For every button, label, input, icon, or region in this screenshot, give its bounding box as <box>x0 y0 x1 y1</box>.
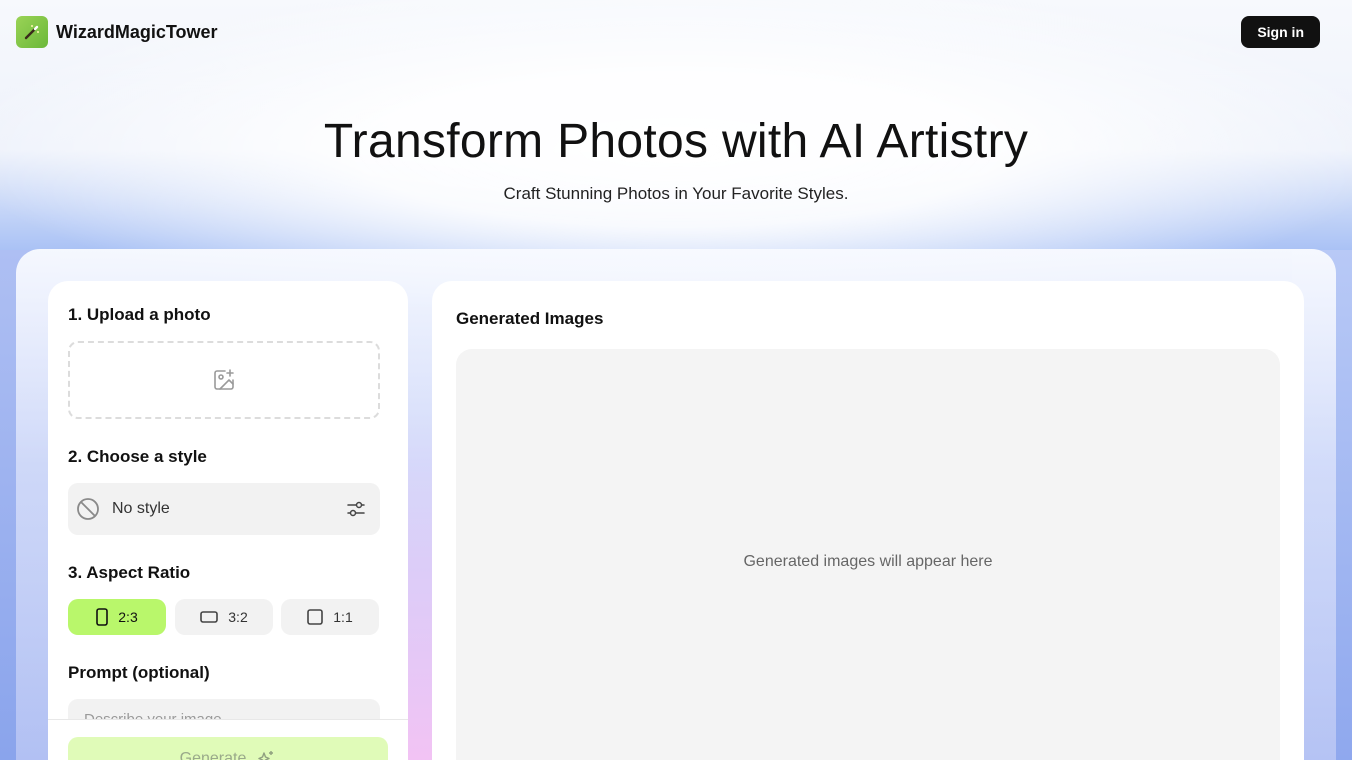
generate-label: Generate <box>179 750 247 760</box>
ratio-3-2-button[interactable]: 3:2 <box>175 599 273 635</box>
square-icon <box>307 609 324 625</box>
empty-state-text: Generated images will appear here <box>743 553 993 570</box>
style-value: No style <box>112 500 170 517</box>
style-selector[interactable]: No style <box>68 483 380 535</box>
style-section-title: 2. Choose a style <box>68 447 207 466</box>
ratio-section-title: 3. Aspect Ratio <box>68 563 191 582</box>
portrait-icon <box>96 608 109 626</box>
ban-icon <box>77 498 99 520</box>
ratio-label: 3:2 <box>228 609 248 625</box>
landscape-icon <box>200 611 219 623</box>
ratio-1-1-button[interactable]: 1:1 <box>281 599 379 635</box>
upload-section-title: 1. Upload a photo <box>68 305 211 324</box>
ratio-label: 1:1 <box>333 609 353 625</box>
output-card: Generated Images Generated images will a… <box>432 281 1304 760</box>
ratio-2-3-button[interactable]: 2:3 <box>68 599 166 635</box>
output-title: Generated Images <box>456 309 604 328</box>
photo-upload-dropzone[interactable] <box>68 341 380 419</box>
image-plus-icon <box>214 369 234 390</box>
hero-subtitle: Craft Stunning Photos in Your Favorite S… <box>503 184 849 203</box>
magic-wand-icon <box>16 16 48 48</box>
top-header: WizardMagicTower Sign in <box>0 0 1352 64</box>
ratio-label: 2:3 <box>118 609 138 625</box>
sign-in-button[interactable]: Sign in <box>1241 16 1320 48</box>
hero-title: Transform Photos with AI Artistry <box>323 115 1029 168</box>
sliders-icon[interactable] <box>346 499 366 519</box>
generate-button[interactable]: Generate <box>68 737 388 760</box>
image-preview-area: Generated images will appear here <box>456 349 1280 760</box>
brand-name: WizardMagicTower <box>56 21 218 42</box>
generate-bar: Generate <box>48 719 408 760</box>
settings-card: 1. Upload a photo 2. Choose a style No s… <box>48 281 408 760</box>
sparkles-icon <box>258 751 274 760</box>
brand-logo[interactable]: WizardMagicTower <box>16 16 218 48</box>
prompt-section-title: Prompt (optional) <box>68 663 210 682</box>
